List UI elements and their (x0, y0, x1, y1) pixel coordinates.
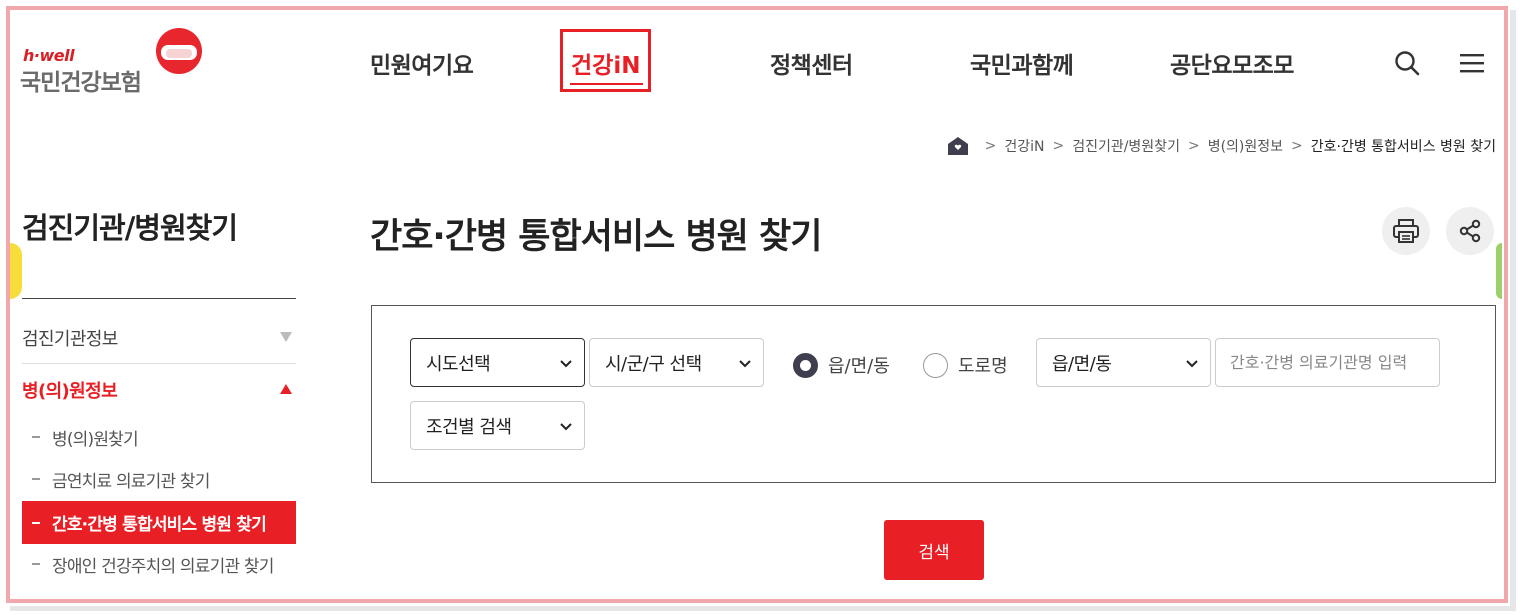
nav-active-underline (570, 83, 643, 85)
sidebar-group-hospital[interactable]: 병(의)원정보 (22, 364, 296, 416)
sidebar-group-label: 병(의)원정보 (22, 381, 118, 402)
sidebar-group-checkup[interactable]: 검진기관정보 (22, 312, 296, 364)
chevron-down-icon (280, 332, 292, 342)
sidebar-item-hospital-search[interactable]: 병(의)원찾기 (22, 416, 296, 458)
breadcrumb-item[interactable]: 검진기관/병원찾기 (1072, 136, 1180, 156)
decoration-shape (1496, 243, 1502, 299)
nav-item-health-in[interactable]: 건강iN (571, 46, 640, 80)
search-icon[interactable] (1394, 50, 1420, 76)
dash-icon (32, 563, 40, 565)
sidebar-item-label: 병(의)원찾기 (52, 429, 139, 450)
frame-shadow (1510, 10, 1516, 608)
share-button[interactable] (1446, 207, 1494, 255)
sido-select[interactable]: 시도선택 (410, 338, 585, 387)
share-icon (1459, 219, 1481, 243)
radio-dong[interactable]: 읍/면/동 (793, 352, 890, 378)
logo-main-text: 국민건강보험 (20, 70, 142, 96)
condition-select-value: 조건별 검색 (426, 416, 512, 438)
radio-road[interactable]: 도로명 (923, 352, 1008, 378)
breadcrumb-separator: > (1052, 138, 1065, 154)
breadcrumb-item[interactable]: 병(의)원정보 (1208, 136, 1283, 156)
frame-shadow (10, 606, 1516, 611)
decoration-shape (10, 243, 22, 299)
sidebar-item-label: 장애인 건강주치의 의료기관 찾기 (52, 556, 274, 577)
print-icon (1393, 219, 1419, 243)
chevron-down-icon (1186, 360, 1198, 368)
chevron-down-icon (560, 360, 572, 368)
sido-select-value: 시도선택 (426, 353, 491, 375)
print-button[interactable] (1382, 207, 1430, 255)
home-icon[interactable] (947, 136, 969, 156)
radio-checked-icon (793, 352, 818, 378)
sidebar-item-label: 금연치료 의료기관 찾기 (52, 471, 210, 492)
sidebar-group-label: 검진기관정보 (22, 328, 118, 350)
radio-road-label: 도로명 (958, 356, 1008, 377)
page-title: 간호·간병 통합서비스 병원 찾기 (370, 217, 822, 257)
logo-mark-icon (156, 28, 202, 74)
breadcrumb: > 건강iN > 검진기관/병원찾기 > 병(의)원정보 > 간호·간병 통합서… (947, 136, 1496, 156)
breadcrumb-separator: > (1187, 138, 1200, 154)
dash-icon (32, 436, 40, 438)
radio-unchecked-icon (923, 352, 948, 378)
chevron-down-icon (739, 360, 751, 368)
sigungu-select[interactable]: 시/군/구 선택 (589, 338, 764, 387)
nav-item-together[interactable]: 국민과함께 (970, 46, 1074, 80)
condition-select[interactable]: 조건별 검색 (410, 401, 585, 450)
radio-dong-label: 읍/면/동 (828, 356, 890, 377)
dash-icon (32, 521, 40, 524)
sidebar-item-smoking[interactable]: 금연치료 의료기관 찾기 (22, 458, 296, 500)
sidebar-divider (22, 298, 296, 299)
nav-item-about[interactable]: 공단요모조모 (1170, 46, 1294, 80)
dong-select-value: 읍/면/동 (1052, 353, 1112, 375)
dong-select[interactable]: 읍/면/동 (1036, 338, 1211, 387)
breadcrumb-separator: > (984, 138, 997, 154)
breadcrumb-item[interactable]: 건강iN (1004, 136, 1044, 156)
sidebar-title: 검진기관/병원찾기 (22, 211, 238, 245)
search-panel (371, 305, 1496, 483)
hospital-name-input[interactable] (1215, 338, 1440, 387)
nav-item-civil[interactable]: 민원여기요 (370, 46, 474, 80)
logo[interactable]: h·well 국민건강보험 (20, 28, 210, 96)
dash-icon (32, 478, 40, 480)
breadcrumb-current: 간호·간병 통합서비스 병원 찾기 (1310, 139, 1496, 155)
menu-icon[interactable] (1459, 52, 1485, 74)
sigungu-select-value: 시/군/구 선택 (605, 353, 702, 375)
breadcrumb-separator: > (1291, 138, 1303, 154)
nav-item-policy[interactable]: 정책센터 (770, 46, 853, 80)
sidebar-item-nursing[interactable]: 간호·간병 통합서비스 병원 찾기 (22, 501, 296, 544)
chevron-up-icon (280, 384, 292, 394)
chevron-down-icon (560, 423, 572, 431)
sidebar-item-label: 간호·간병 통합서비스 병원 찾기 (52, 515, 267, 535)
sidebar-item-disability[interactable]: 장애인 건강주치의 의료기관 찾기 (22, 543, 296, 585)
search-button[interactable]: 검색 (884, 520, 984, 580)
